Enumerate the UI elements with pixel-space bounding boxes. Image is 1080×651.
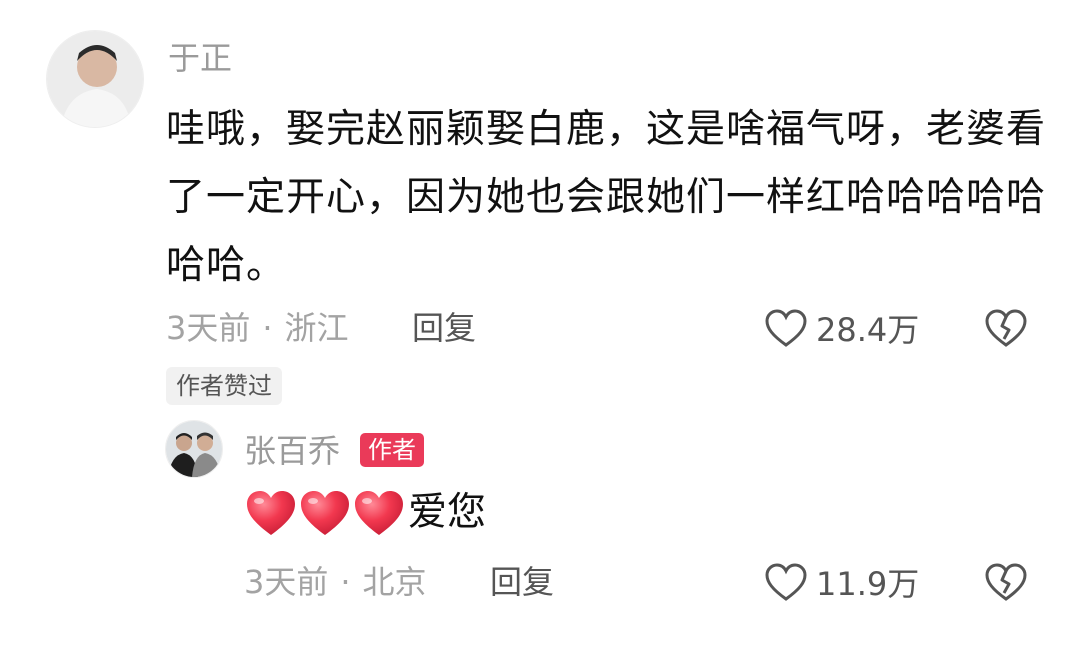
author-badge: 作者 bbox=[360, 433, 424, 467]
meta-separator: · bbox=[262, 309, 273, 347]
red-heart-emoji-icon bbox=[247, 491, 295, 535]
broken-heart-icon bbox=[985, 309, 1027, 347]
reply-meta: 3天前 · 北京 bbox=[244, 562, 427, 602]
heart-outline-icon bbox=[765, 563, 807, 601]
reply-button[interactable]: 回复 bbox=[412, 308, 476, 348]
reply-like-count: 11.9万 bbox=[816, 565, 920, 603]
reply-message: 爱您 bbox=[408, 490, 487, 535]
reply-like-button[interactable]: 11.9万 bbox=[764, 559, 919, 605]
reply-author-avatar[interactable] bbox=[165, 420, 223, 478]
author-liked-tag: 作者赞过 bbox=[166, 367, 282, 405]
reply-text: 爱您 bbox=[244, 486, 486, 540]
heart-emoji-group bbox=[244, 488, 406, 538]
comment-time: 3天前 bbox=[166, 309, 251, 347]
reply-reply-button[interactable]: 回复 bbox=[490, 562, 554, 602]
reply-author-name[interactable]: 张百乔 bbox=[244, 431, 340, 471]
reply-time: 3天前 bbox=[244, 563, 329, 601]
like-count: 28.4万 bbox=[816, 311, 920, 349]
comment-text: 哇哦，娶完赵丽颖娶白鹿，这是啥福气呀，老婆看了一定开心，因为她也会跟她们一样红哈… bbox=[166, 107, 1047, 288]
commenter-avatar[interactable] bbox=[46, 30, 144, 128]
heart-outline-icon bbox=[765, 309, 807, 347]
meta-separator: · bbox=[340, 563, 351, 601]
reply-location: 北京 bbox=[362, 563, 427, 601]
red-heart-emoji-icon bbox=[355, 491, 403, 535]
broken-heart-icon bbox=[985, 563, 1027, 601]
reply-dislike-button[interactable] bbox=[984, 562, 1028, 602]
comment-meta: 3天前 · 浙江 bbox=[166, 308, 349, 348]
like-button[interactable]: 28.4万 bbox=[764, 305, 919, 351]
red-heart-emoji-icon bbox=[301, 491, 349, 535]
commenter-name[interactable]: 于正 bbox=[168, 38, 232, 78]
comment-location: 浙江 bbox=[284, 309, 349, 347]
dislike-button[interactable] bbox=[984, 308, 1028, 348]
